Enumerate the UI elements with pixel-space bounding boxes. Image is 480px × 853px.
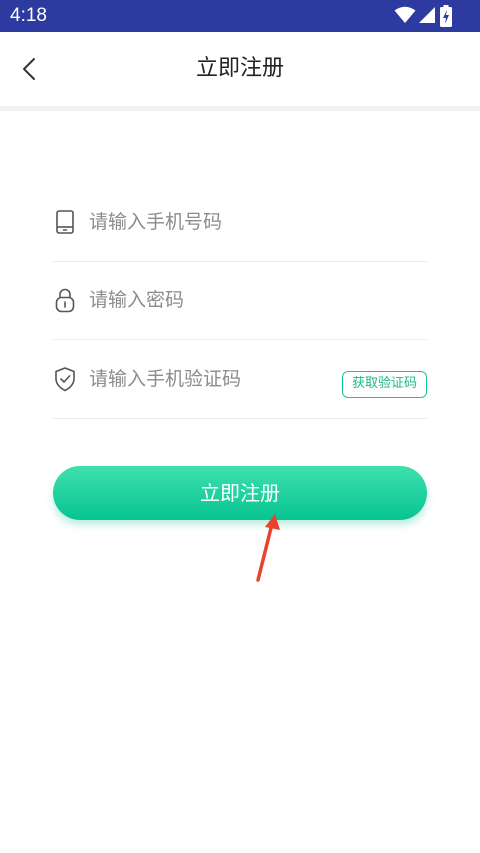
battery-charging-icon — [440, 5, 452, 27]
phone-input[interactable] — [89, 204, 349, 240]
header-divider — [0, 106, 480, 111]
shield-check-icon — [55, 367, 75, 392]
get-code-button[interactable]: 获取验证码 — [342, 371, 427, 398]
password-input[interactable] — [89, 282, 349, 318]
phone-field — [53, 184, 427, 262]
verification-code-field: 获取验证码 — [53, 341, 427, 419]
page-title: 立即注册 — [195, 56, 284, 81]
status-bar: 4:18 — [0, 0, 480, 32]
annotation-arrow-icon — [256, 514, 280, 582]
header: 立即注册 — [0, 32, 480, 106]
wifi-icon — [394, 6, 416, 23]
lock-icon — [55, 288, 75, 313]
verification-code-input[interactable] — [89, 361, 349, 397]
signal-icon — [419, 7, 435, 23]
phone-icon — [56, 210, 74, 234]
password-field — [53, 262, 427, 340]
register-button[interactable]: 立即注册 — [53, 466, 427, 520]
status-time: 4:18 — [10, 5, 47, 26]
